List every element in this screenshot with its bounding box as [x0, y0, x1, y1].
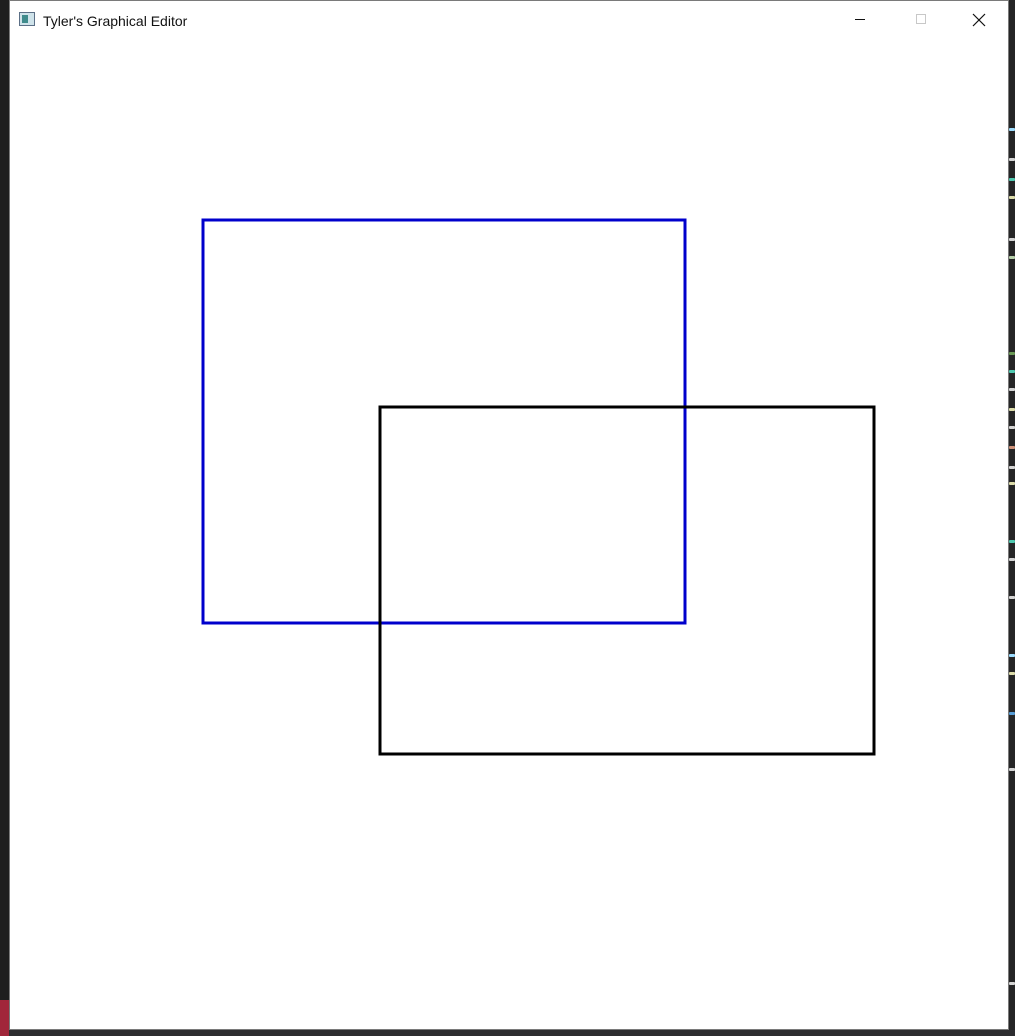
close-button[interactable] [956, 1, 1002, 39]
close-icon [972, 13, 986, 27]
taskbar-red-segment [0, 1000, 9, 1036]
canvas-svg [201, 218, 876, 756]
blue-rectangle[interactable] [201, 218, 687, 625]
window-title: Tyler's Graphical Editor [43, 13, 188, 29]
maximize-icon [916, 14, 926, 24]
background-editor-window [1009, 0, 1015, 1036]
editor-window: Tyler's Graphical Editor [9, 0, 1009, 1030]
maximize-button[interactable] [898, 1, 944, 39]
drawing-canvas[interactable] [10, 39, 1008, 1029]
minimize-button[interactable] [838, 1, 884, 39]
black-rectangle[interactable] [378, 405, 876, 756]
minimize-icon [855, 19, 865, 20]
app-window-icon[interactable] [19, 12, 35, 26]
background-taskbar [0, 1000, 1015, 1036]
title-bar[interactable]: Tyler's Graphical Editor [10, 1, 1008, 39]
